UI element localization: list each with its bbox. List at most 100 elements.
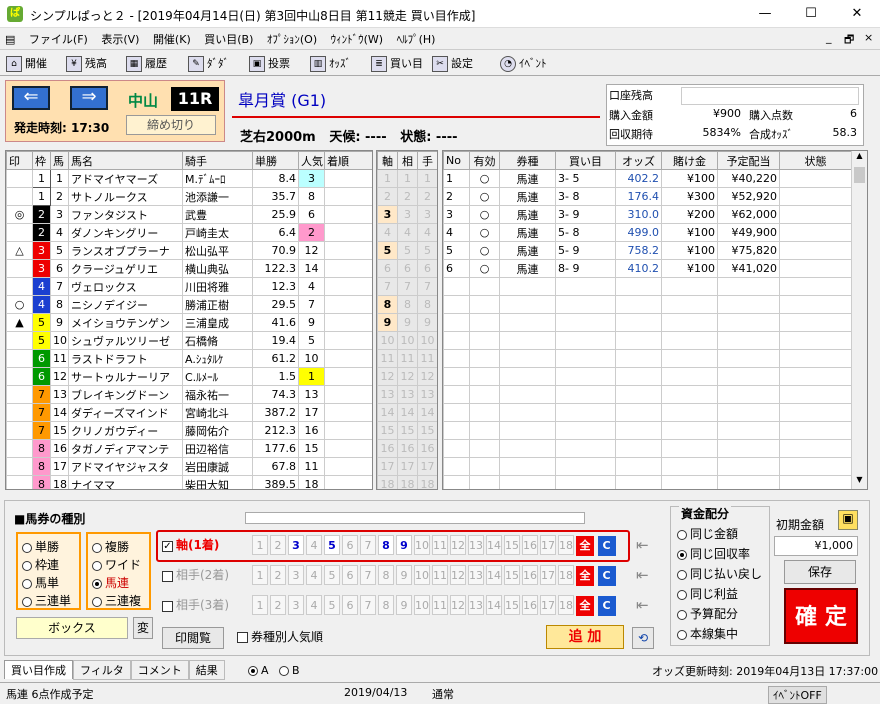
close-button[interactable]: ✕ [834,0,880,28]
prev-race-button[interactable]: ⇐ [12,86,50,110]
add-button[interactable]: 追 加 [546,625,624,649]
number-button[interactable]: 2 [270,535,286,555]
number-button[interactable]: 15 [504,535,520,555]
fund-option[interactable]: 本線集中 [677,625,738,642]
partner-cell[interactable]: 1 [397,169,418,188]
col-header[interactable]: 着順 [324,151,372,170]
third-cell[interactable]: 5 [417,241,437,260]
number-button[interactable]: 14 [486,565,502,585]
axis-cell[interactable]: 14 [377,403,398,422]
bets-col-header[interactable]: オッズ [615,151,662,170]
bets-col-header[interactable]: 券種 [499,151,556,170]
table-row[interactable]: 8 18 ナイママ 柴田大知 389.5 18 [6,475,372,489]
number-button[interactable]: 18 [558,595,574,615]
bets-col-header[interactable]: No [443,151,470,170]
third-cell[interactable]: 18 [417,475,437,489]
table-row[interactable]: 5 ○ 馬連 5- 9 758.2 ¥100 ¥75,820 [443,241,852,260]
third-cell[interactable]: 14 [417,403,437,422]
mark-cell[interactable] [6,169,33,188]
axis-all-button[interactable]: 全 [576,536,594,556]
tb-bets-button[interactable]: ≣ 買い目 [371,53,423,74]
partner-cell[interactable]: 17 [397,457,418,476]
tb-settings-button[interactable]: ✂ 設定 [432,53,473,74]
table-row[interactable]: 8 16 タガノディアマンテ 田辺裕信 177.6 15 [6,439,372,458]
axis-cell[interactable]: 11 [377,349,398,368]
table-row[interactable] [443,439,852,458]
number-button[interactable]: 6 [342,535,358,555]
axis-clear-button[interactable]: C [597,536,616,556]
axis-row-item[interactable]: 13 13 13 [377,385,437,404]
table-row[interactable] [443,349,852,368]
kind-tansho[interactable]: 単勝 [22,538,59,555]
number-button[interactable]: 17 [540,565,556,585]
number-button[interactable]: 8 [378,535,394,555]
table-row[interactable]: 4 7 ヴェロックス 川田将雅 12.3 4 [6,277,372,296]
third-cell[interactable]: 3 [417,205,437,224]
number-button[interactable]: 14 [486,535,502,555]
mark-cell[interactable] [6,457,33,476]
partner-cell[interactable]: 15 [397,421,418,440]
axis-cell[interactable]: 15 [377,421,398,440]
col-header[interactable]: 印 [6,151,33,170]
r2-clear-button[interactable]: C [597,566,616,586]
axis-row-item[interactable]: 17 17 17 [377,457,437,476]
tb-history-button[interactable]: ▦ 履歴 [126,53,167,74]
partner-cell[interactable]: 7 [397,277,418,296]
partner-cell[interactable]: 9 [397,313,418,332]
third-cell[interactable]: 17 [417,457,437,476]
number-button[interactable]: 11 [432,535,448,555]
third-cell[interactable]: 9 [417,313,437,332]
mark-cell[interactable] [6,421,33,440]
number-button[interactable]: 4 [306,595,322,615]
number-button[interactable]: 11 [432,595,448,615]
axis-cell[interactable]: 16 [377,439,398,458]
save-button[interactable]: 保存 [784,560,856,584]
table-row[interactable]: 8 17 アドマイヤジャスタ 岩田康誠 67.8 11 [6,457,372,476]
kind-umatan[interactable]: 馬単 [22,574,59,591]
partner-cell[interactable]: 2 [397,187,418,206]
third-cell[interactable]: 4 [417,223,437,242]
r3-checkbox[interactable] [162,600,173,612]
partner-cell[interactable]: 8 [397,295,418,314]
mdi-restore[interactable]: 🗗 [844,31,854,50]
third-cell[interactable]: 7 [417,277,437,296]
axis-row-item[interactable]: 333 [377,205,437,224]
number-button[interactable]: 16 [522,535,538,555]
axis-row-item[interactable]: 11 11 11 [377,349,437,368]
kind-umaren[interactable]: 馬連 [92,574,129,591]
reset-button[interactable]: ⟲ [632,627,654,649]
row2-arrow-icon[interactable]: ⇤ [636,566,649,584]
fund-option[interactable]: 同じ金額 [677,525,738,542]
number-button[interactable]: 14 [486,595,502,615]
partner-cell[interactable]: 13 [397,385,418,404]
axis-row-item[interactable]: 666 [377,259,437,278]
scroll-down-icon[interactable]: ▼ [852,475,867,489]
menu-options[interactable]: ｵﾌﾟｼｮﾝ(O) [262,28,322,47]
table-row[interactable] [443,277,852,296]
table-row[interactable] [443,385,852,404]
table-row[interactable]: ▲ 5 9 メイショウテンゲン 三浦皇成 41.6 9 [6,313,372,332]
box-field[interactable]: ボックス [16,617,128,639]
table-row[interactable]: ○ 4 8 ニシノデイジー 勝浦正樹 29.5 7 [6,295,372,314]
bets-col-header[interactable]: 有効 [469,151,500,170]
col-header[interactable]: 人気 [298,151,325,170]
bets-col-header[interactable]: 賭け金 [661,151,718,170]
confirm-button[interactable]: 確 定 [784,588,858,644]
partner-cell[interactable]: 16 [397,439,418,458]
number-button[interactable]: 9 [396,535,412,555]
number-button[interactable]: 12 [450,565,466,585]
mark-cell[interactable]: △ [6,241,33,260]
axis-row-item[interactable]: 111 [377,169,437,188]
mark-cell[interactable] [6,475,33,489]
kind-wide[interactable]: ワイド [92,556,141,573]
number-button[interactable]: 17 [540,535,556,555]
tab-create[interactable]: 買い目作成 [4,660,73,679]
mark-cell[interactable]: ○ [6,295,33,314]
table-row[interactable]: ◎ 2 3 ファンタジスト 武豊 25.9 6 [6,205,372,224]
third-cell[interactable]: 12 [417,367,437,386]
mark-cell[interactable]: ◎ [6,205,33,224]
axis-row-item[interactable]: 444 [377,223,437,242]
mark-cell[interactable] [6,385,33,404]
axis-row-item[interactable]: 14 14 14 [377,403,437,422]
r3-all-button[interactable]: 全 [576,596,594,616]
